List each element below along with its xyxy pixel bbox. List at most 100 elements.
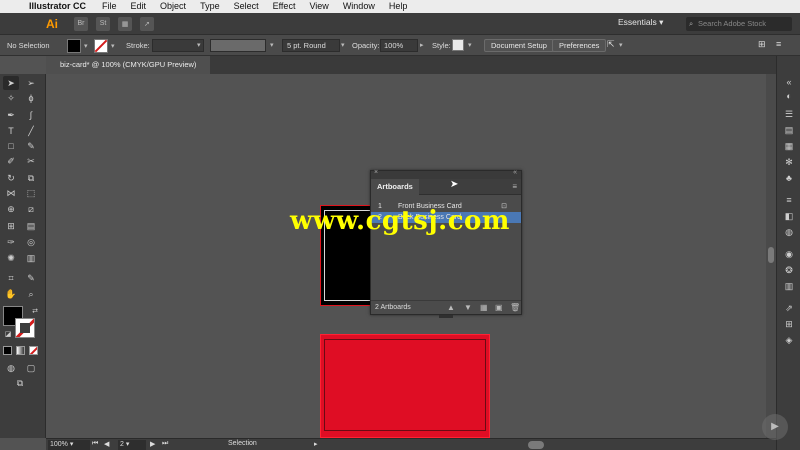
menu-window[interactable]: Window	[336, 0, 382, 13]
swatches-icon[interactable]: ▦	[783, 140, 795, 152]
tab-artboards[interactable]: Artboards	[371, 179, 419, 195]
brush-definition-field[interactable]: 5 pt. Round	[282, 39, 340, 52]
change-screen-mode-icon[interactable]: ⧉	[12, 376, 28, 390]
control-menu-icon[interactable]: ≡	[776, 39, 781, 49]
perspective-grid-tool-icon[interactable]: ⧄	[23, 202, 39, 216]
magic-wand-tool-icon[interactable]: ✧	[3, 91, 19, 105]
symbol-sprayer-tool-icon[interactable]: ✺	[3, 251, 19, 265]
stock-search-input[interactable]: ⌕ Search Adobe Stock	[686, 17, 792, 31]
zoom-field[interactable]: 100% ▾	[48, 440, 90, 450]
direct-selection-tool-icon[interactable]: ➢	[23, 76, 39, 90]
last-artboard-icon[interactable]: ⏭	[162, 440, 168, 448]
selection-tool-icon[interactable]: ➤	[3, 76, 19, 90]
menu-select[interactable]: Select	[227, 0, 266, 13]
artboard-navigation-field[interactable]: 2 ▾	[118, 440, 146, 450]
panel-options-icon[interactable]: ⊞	[758, 39, 766, 50]
menu-object[interactable]: Object	[153, 0, 193, 13]
opacity-dropdown-icon[interactable]: ▸	[420, 41, 424, 49]
horizontal-scroll-thumb[interactable]	[528, 441, 544, 449]
scissors-tool-icon[interactable]: ✂	[23, 154, 39, 168]
stroke-color-swatch[interactable]	[15, 318, 35, 338]
slice-tool-icon[interactable]: ✎	[23, 271, 39, 285]
collapse-dock-icon[interactable]: «	[783, 76, 795, 88]
bridge-button[interactable]: Br	[74, 16, 88, 31]
new-artboard-icon[interactable]: ▣	[495, 301, 503, 315]
variable-width-dropdown-icon[interactable]: ▾	[270, 41, 274, 49]
color-guide-icon[interactable]: ▤	[783, 124, 795, 136]
style-dropdown-icon[interactable]: ▾	[468, 41, 472, 49]
paintbrush-tool-icon[interactable]: ✎	[23, 139, 39, 153]
artboard-tool-icon[interactable]: ⌗	[3, 271, 19, 285]
gradient-mode-icon[interactable]	[16, 346, 25, 355]
document-setup-button[interactable]: Document Setup	[484, 39, 554, 52]
type-tool-icon[interactable]: T	[3, 124, 19, 138]
menu-view[interactable]: View	[302, 0, 335, 13]
fill-swatch[interactable]	[67, 39, 81, 53]
align-panel-icon[interactable]: ▥	[783, 280, 795, 292]
shape-builder-tool-icon[interactable]: ⊕	[3, 202, 19, 216]
line-segment-tool-icon[interactable]: ╱	[23, 124, 39, 138]
gradient-panel-icon[interactable]: ◧	[783, 210, 795, 222]
delete-artboard-icon[interactable]: 🗑	[510, 301, 520, 315]
none-mode-icon[interactable]	[29, 346, 38, 355]
gradient-tool-icon[interactable]: ▤	[23, 219, 39, 233]
close-panel-icon[interactable]: ×	[374, 169, 378, 176]
menu-app-name[interactable]: Illustrator CC	[22, 0, 95, 13]
zoom-tool-icon[interactable]: ⌕	[23, 287, 39, 301]
workspace-switcher[interactable]: Essentials ▾	[618, 17, 663, 28]
shaper-tool-icon[interactable]: ✐	[3, 154, 19, 168]
curvature-tool-icon[interactable]: ∫	[23, 108, 39, 122]
menu-type[interactable]: Type	[193, 0, 227, 13]
appearance-icon[interactable]: ◉	[783, 248, 795, 260]
gpu-performance-icon[interactable]: ➚	[140, 16, 154, 31]
free-transform-tool-icon[interactable]: ⬚	[23, 186, 39, 200]
panel-resize-grip[interactable]	[439, 315, 453, 318]
brush-dropdown-icon[interactable]: ▾	[341, 41, 345, 49]
column-graph-tool-icon[interactable]: ▥	[23, 251, 39, 265]
eyedropper-tool-icon[interactable]: ✑	[3, 235, 19, 249]
arrange-documents-icon[interactable]: ▦	[118, 16, 132, 31]
mesh-tool-icon[interactable]: ⊞	[3, 219, 19, 233]
menu-help[interactable]: Help	[382, 0, 415, 13]
artboards-panel-icon[interactable]: ⊞	[783, 318, 795, 330]
align-icon[interactable]: ⇱	[607, 39, 615, 50]
first-artboard-icon[interactable]: ⏮	[92, 440, 98, 448]
rotate-tool-icon[interactable]: ↻	[3, 171, 19, 185]
libraries-icon[interactable]: ◐	[783, 90, 795, 102]
screen-mode-icon[interactable]: ▢	[23, 361, 39, 375]
swap-fill-stroke-icon[interactable]: ⇄	[27, 305, 43, 319]
export-icon[interactable]: ⇗	[783, 302, 795, 314]
stroke-swatch[interactable]	[94, 39, 108, 53]
next-artboard-icon[interactable]: ▶	[150, 440, 155, 448]
opacity-field[interactable]: 100%	[380, 39, 418, 52]
variable-width-field[interactable]	[210, 39, 266, 52]
stroke-dropdown-icon[interactable]: ▾	[111, 42, 115, 50]
width-tool-icon[interactable]: ⋈	[3, 186, 19, 200]
vertical-scroll-thumb[interactable]	[768, 247, 774, 263]
status-menu-icon[interactable]: ▸	[314, 440, 318, 448]
rearrange-icon[interactable]: ▦	[480, 301, 488, 315]
move-up-icon[interactable]: ▲	[447, 301, 455, 315]
align-dropdown-icon[interactable]: ▾	[619, 41, 623, 49]
default-colors-icon[interactable]: ◪	[0, 328, 16, 342]
collapse-panel-icon[interactable]: «	[513, 169, 517, 176]
lasso-tool-icon[interactable]: ϕ	[23, 91, 39, 105]
properties-icon[interactable]: ☰	[783, 108, 795, 120]
stroke-weight-dropdown-icon[interactable]: ▾	[197, 41, 201, 49]
menu-edit[interactable]: Edit	[124, 0, 154, 13]
rectangle-tool-icon[interactable]: □	[3, 139, 19, 153]
stroke-panel-icon[interactable]: ≡	[783, 194, 795, 206]
panel-title-bar[interactable]: × «	[371, 169, 521, 179]
document-tab[interactable]: biz-card* @ 100% (CMYK/GPU Preview)	[46, 56, 211, 74]
brushes-icon[interactable]: ✻	[783, 156, 795, 168]
menu-file[interactable]: File	[95, 0, 124, 13]
pen-tool-icon[interactable]: ✒	[3, 108, 19, 122]
hand-tool-icon[interactable]: ✋	[3, 287, 19, 301]
graphic-styles-icon[interactable]: ❂	[783, 264, 795, 276]
previous-artboard-icon[interactable]: ◀	[104, 440, 109, 448]
move-down-icon[interactable]: ▼	[464, 301, 472, 315]
layers-icon[interactable]: ◈	[783, 334, 795, 346]
symbols-icon[interactable]: ♣	[783, 172, 795, 184]
menu-effect[interactable]: Effect	[266, 0, 303, 13]
panel-menu-icon[interactable]: ≡	[512, 182, 517, 191]
